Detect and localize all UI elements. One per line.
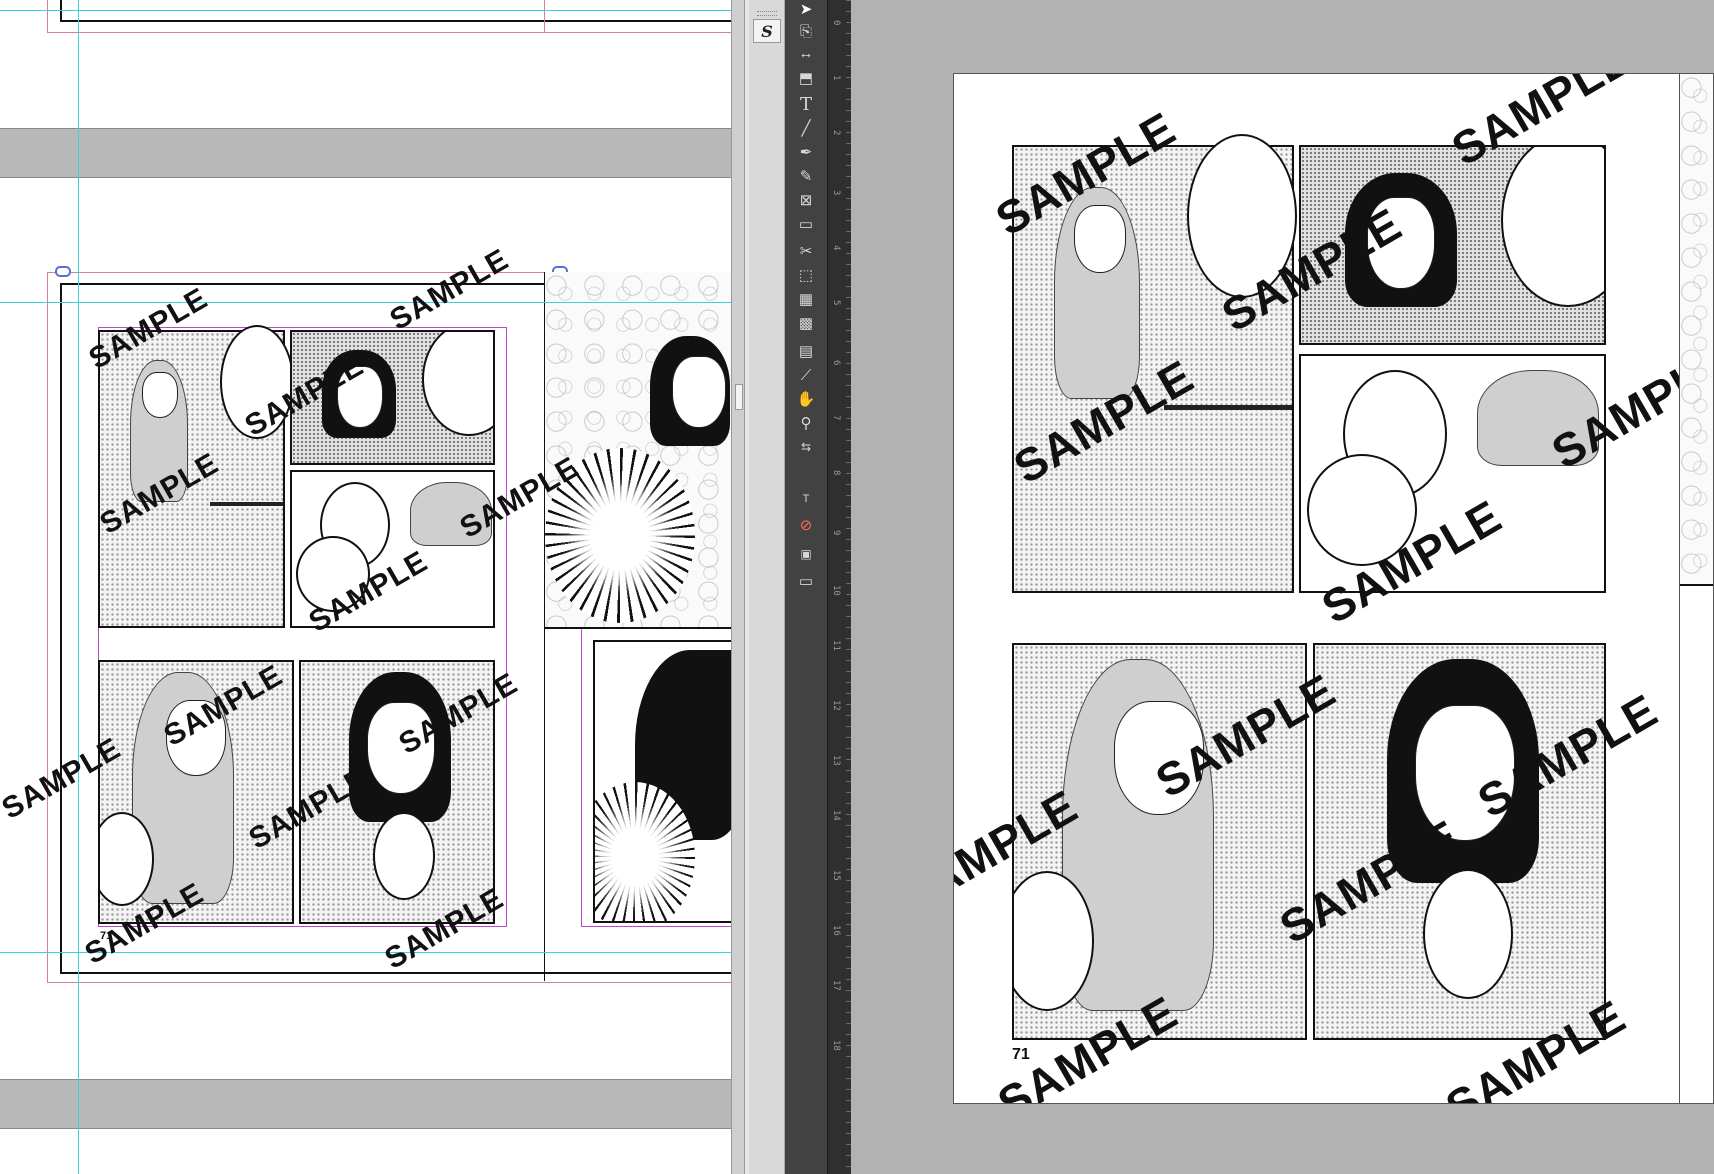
zoom-tool-icon[interactable]: ⚲ (785, 412, 827, 434)
gradient-swatch-tool-icon[interactable]: ▦ (785, 288, 827, 310)
type-tool-icon[interactable]: T (785, 93, 827, 115)
script-icon[interactable]: S (753, 19, 781, 43)
ruler-label: 12 (831, 700, 841, 711)
content-collector-tool-icon[interactable]: ⬒ (785, 67, 827, 89)
ruler-label: 10 (831, 585, 841, 596)
ruler-label: 13 (831, 755, 841, 766)
page-71-zoomed[interactable]: SAMPLE SAMPLE SAMPLE SAMPLE SAMPLE SAMPL… (953, 73, 1714, 1104)
guide-horizontal[interactable] (0, 302, 731, 303)
panel-figure-face (672, 356, 726, 428)
guide-vertical[interactable] (78, 0, 79, 1174)
speech-balloon (422, 332, 493, 436)
ruler-label: 6 (831, 360, 841, 366)
ruler-label: 18 (831, 1040, 841, 1051)
scrollbar-thumb[interactable] (735, 384, 743, 410)
pasteboard-gap-top (0, 128, 731, 178)
hand-tool-icon[interactable]: ✋ (785, 388, 827, 410)
line-tool-icon[interactable]: ╱ (785, 117, 827, 139)
ruler-label: 11 (831, 640, 841, 651)
dock-grip[interactable] (757, 11, 777, 16)
gap-tool-icon[interactable]: ↔ (785, 42, 827, 64)
guide-horizontal[interactable] (0, 10, 731, 11)
ruler-label: 8 (831, 470, 841, 476)
panel-figure-face (142, 372, 178, 418)
ruler-label: 16 (831, 925, 841, 936)
scissors-tool-icon[interactable]: ✂ (785, 240, 827, 262)
ruler-label: 14 (831, 810, 841, 821)
eyedropper-tool-icon[interactable]: ⟋ (785, 364, 827, 386)
document-window-right[interactable]: SAMPLE SAMPLE SAMPLE SAMPLE SAMPLE SAMPL… (851, 0, 1714, 1174)
page-link-icon-left[interactable] (55, 266, 71, 277)
document-window-left[interactable]: SAMPLE SAMPLE SAMPLE SAMPLE SAMPLE SAMPL… (0, 0, 731, 1174)
rice-ball-shape (1423, 869, 1513, 999)
selection-tool-icon[interactable]: ➤ (785, 0, 827, 20)
ruler-label: 4 (831, 245, 841, 251)
ruler-label: 15 (831, 870, 841, 881)
pen-tool-icon[interactable]: ✒ (785, 141, 827, 163)
pasteboard-gap-bottom (0, 1079, 731, 1129)
gradient-feather-tool-icon[interactable]: ▩ (785, 312, 827, 334)
page-tool-icon[interactable]: ⎘ (785, 20, 827, 42)
rectangle-tool-icon[interactable]: ▭ (785, 213, 827, 235)
tools-panel: ➤ ⎘ ↔ ⬒ T ╱ ✒ ✎ ⊠ ▭ ✂ ⬚ ▦ ▩ ▤ ⟋ ✋ ⚲ ⇆ T … (785, 0, 1609, 1174)
ruler-label: 1 (831, 75, 841, 81)
ruler-label: 0 (831, 20, 841, 26)
ruler-label: 17 (831, 980, 841, 991)
note-tool-icon[interactable]: ▤ (785, 340, 827, 362)
formatting-affects-text-icon[interactable]: T (785, 488, 827, 510)
previous-spread-line (544, 0, 545, 32)
vertical-ruler[interactable]: 0 1 2 3 4 5 6 7 8 9 10 11 12 13 14 15 16… (827, 0, 852, 1174)
right-page-divider (545, 627, 731, 629)
rice-ball-shape (373, 812, 435, 900)
page-number: 71 (100, 930, 113, 942)
facing-page-panel-bottom (1680, 584, 1713, 586)
pencil-tool-icon[interactable]: ✎ (785, 165, 827, 187)
floral-background (1680, 74, 1713, 584)
screen-mode-icon[interactable]: ▭ (785, 570, 827, 592)
rectangle-frame-tool-icon[interactable]: ⊠ (785, 189, 827, 211)
previous-page-bleed (47, 0, 731, 33)
desk-shape (210, 502, 283, 506)
swap-fill-stroke-icon[interactable]: ⇆ (785, 436, 827, 458)
ruler-label: 3 (831, 190, 841, 196)
panel-girl-back[interactable] (593, 640, 731, 923)
speech-balloon (1501, 147, 1604, 307)
panel-figure-face (1074, 205, 1126, 273)
view-mode-icon[interactable]: ▣ (785, 543, 827, 565)
collapsed-panel-dock: S (749, 0, 785, 1174)
ruler-label: 5 (831, 300, 841, 306)
free-transform-tool-icon[interactable]: ⬚ (785, 264, 827, 286)
apply-none-icon[interactable]: ⊘ (785, 514, 827, 536)
page-number: 71 (1012, 1046, 1030, 1063)
ruler-label: 9 (831, 530, 841, 536)
document-scrollbar[interactable] (731, 0, 745, 1174)
ruler-label: 2 (831, 130, 841, 136)
ruler-label: 7 (831, 415, 841, 421)
